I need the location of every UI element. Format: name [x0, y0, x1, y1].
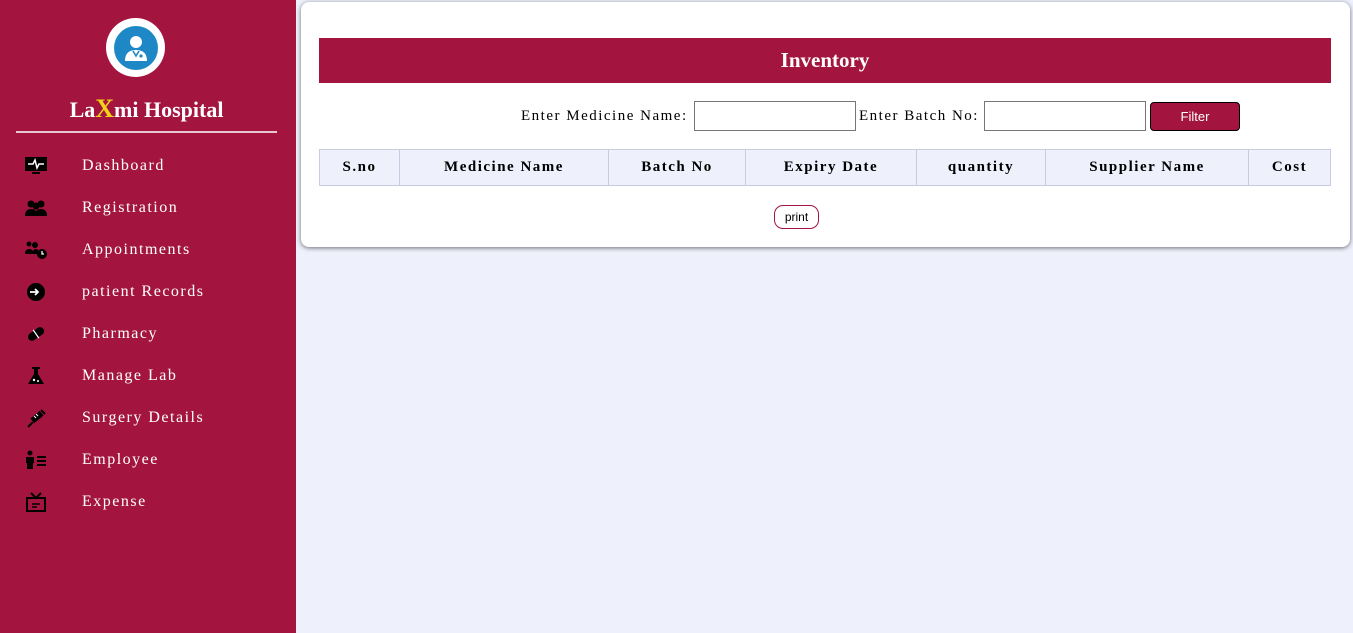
- page-title: Inventory: [319, 38, 1331, 83]
- doctor-icon: [113, 25, 158, 70]
- sidebar-item-registration[interactable]: Registration: [0, 187, 296, 229]
- column-header-quantity: quantity: [916, 149, 1046, 186]
- syringe-icon: [24, 407, 48, 429]
- sidebar-nav: Dashboard Registration Appointments pati…: [0, 145, 296, 523]
- sidebar-item-employee[interactable]: Employee: [0, 439, 296, 481]
- sidebar-item-appointments[interactable]: Appointments: [0, 229, 296, 271]
- filter-row: Enter Medicine Name: Enter Batch No: Fil…: [301, 101, 1350, 132]
- filter-button[interactable]: Filter: [1150, 102, 1240, 131]
- column-header-supplier-name: Supplier Name: [1045, 149, 1249, 186]
- sidebar-item-label: Expense: [82, 493, 147, 510]
- column-header-expiry-date: Expiry Date: [745, 149, 917, 186]
- sidebar-item-label: patient Records: [82, 283, 205, 300]
- medicine-name-input[interactable]: [694, 101, 856, 131]
- sidebar-item-patient-records[interactable]: patient Records: [0, 271, 296, 313]
- sidebar-item-expense[interactable]: Expense: [0, 481, 296, 523]
- sidebar-item-label: Manage Lab: [82, 367, 178, 384]
- column-header-cost: Cost: [1248, 149, 1331, 186]
- column-header-batch-no: Batch No: [608, 149, 746, 186]
- hospital-name: LaXmi Hospital: [69, 94, 224, 123]
- hospital-logo: [106, 18, 165, 77]
- sidebar-item-label: Appointments: [82, 241, 191, 258]
- sidebar-item-label: Pharmacy: [82, 325, 158, 342]
- pill-icon: [24, 323, 48, 345]
- sidebar-item-dashboard[interactable]: Dashboard: [0, 145, 296, 187]
- users-clock-icon: [24, 239, 48, 261]
- sidebar-item-label: Surgery Details: [82, 409, 205, 426]
- sidebar-item-pharmacy[interactable]: Pharmacy: [0, 313, 296, 355]
- flask-icon: [24, 365, 48, 387]
- sidebar-item-surgery-details[interactable]: Surgery Details: [0, 397, 296, 439]
- sidebar-item-label: Registration: [82, 199, 179, 216]
- sign-in-icon: [24, 281, 48, 303]
- print-button[interactable]: print: [774, 205, 819, 229]
- column-header-medicine-name: Medicine Name: [399, 149, 609, 186]
- person-list-icon: [24, 449, 48, 471]
- column-header-sno: S.no: [319, 149, 400, 186]
- table-header-row: S.no Medicine Name Batch No Expiry Date …: [319, 149, 1331, 186]
- expense-icon: [24, 491, 48, 513]
- sidebar-item-manage-lab[interactable]: Manage Lab: [0, 355, 296, 397]
- batch-no-label: Enter Batch No:: [859, 108, 979, 124]
- medicine-name-label: Enter Medicine Name:: [521, 108, 688, 124]
- batch-no-input[interactable]: [984, 101, 1146, 131]
- users-icon: [24, 197, 48, 219]
- inventory-card: Inventory Enter Medicine Name: Enter Bat…: [301, 2, 1350, 247]
- sidebar: LaXmi Hospital Dashboard Registration Ap…: [0, 0, 296, 633]
- sidebar-item-label: Dashboard: [82, 157, 165, 174]
- sidebar-item-label: Employee: [82, 451, 159, 468]
- monitor-icon: [24, 155, 48, 177]
- inventory-table: S.no Medicine Name Batch No Expiry Date …: [319, 149, 1331, 186]
- sidebar-divider: [16, 131, 277, 133]
